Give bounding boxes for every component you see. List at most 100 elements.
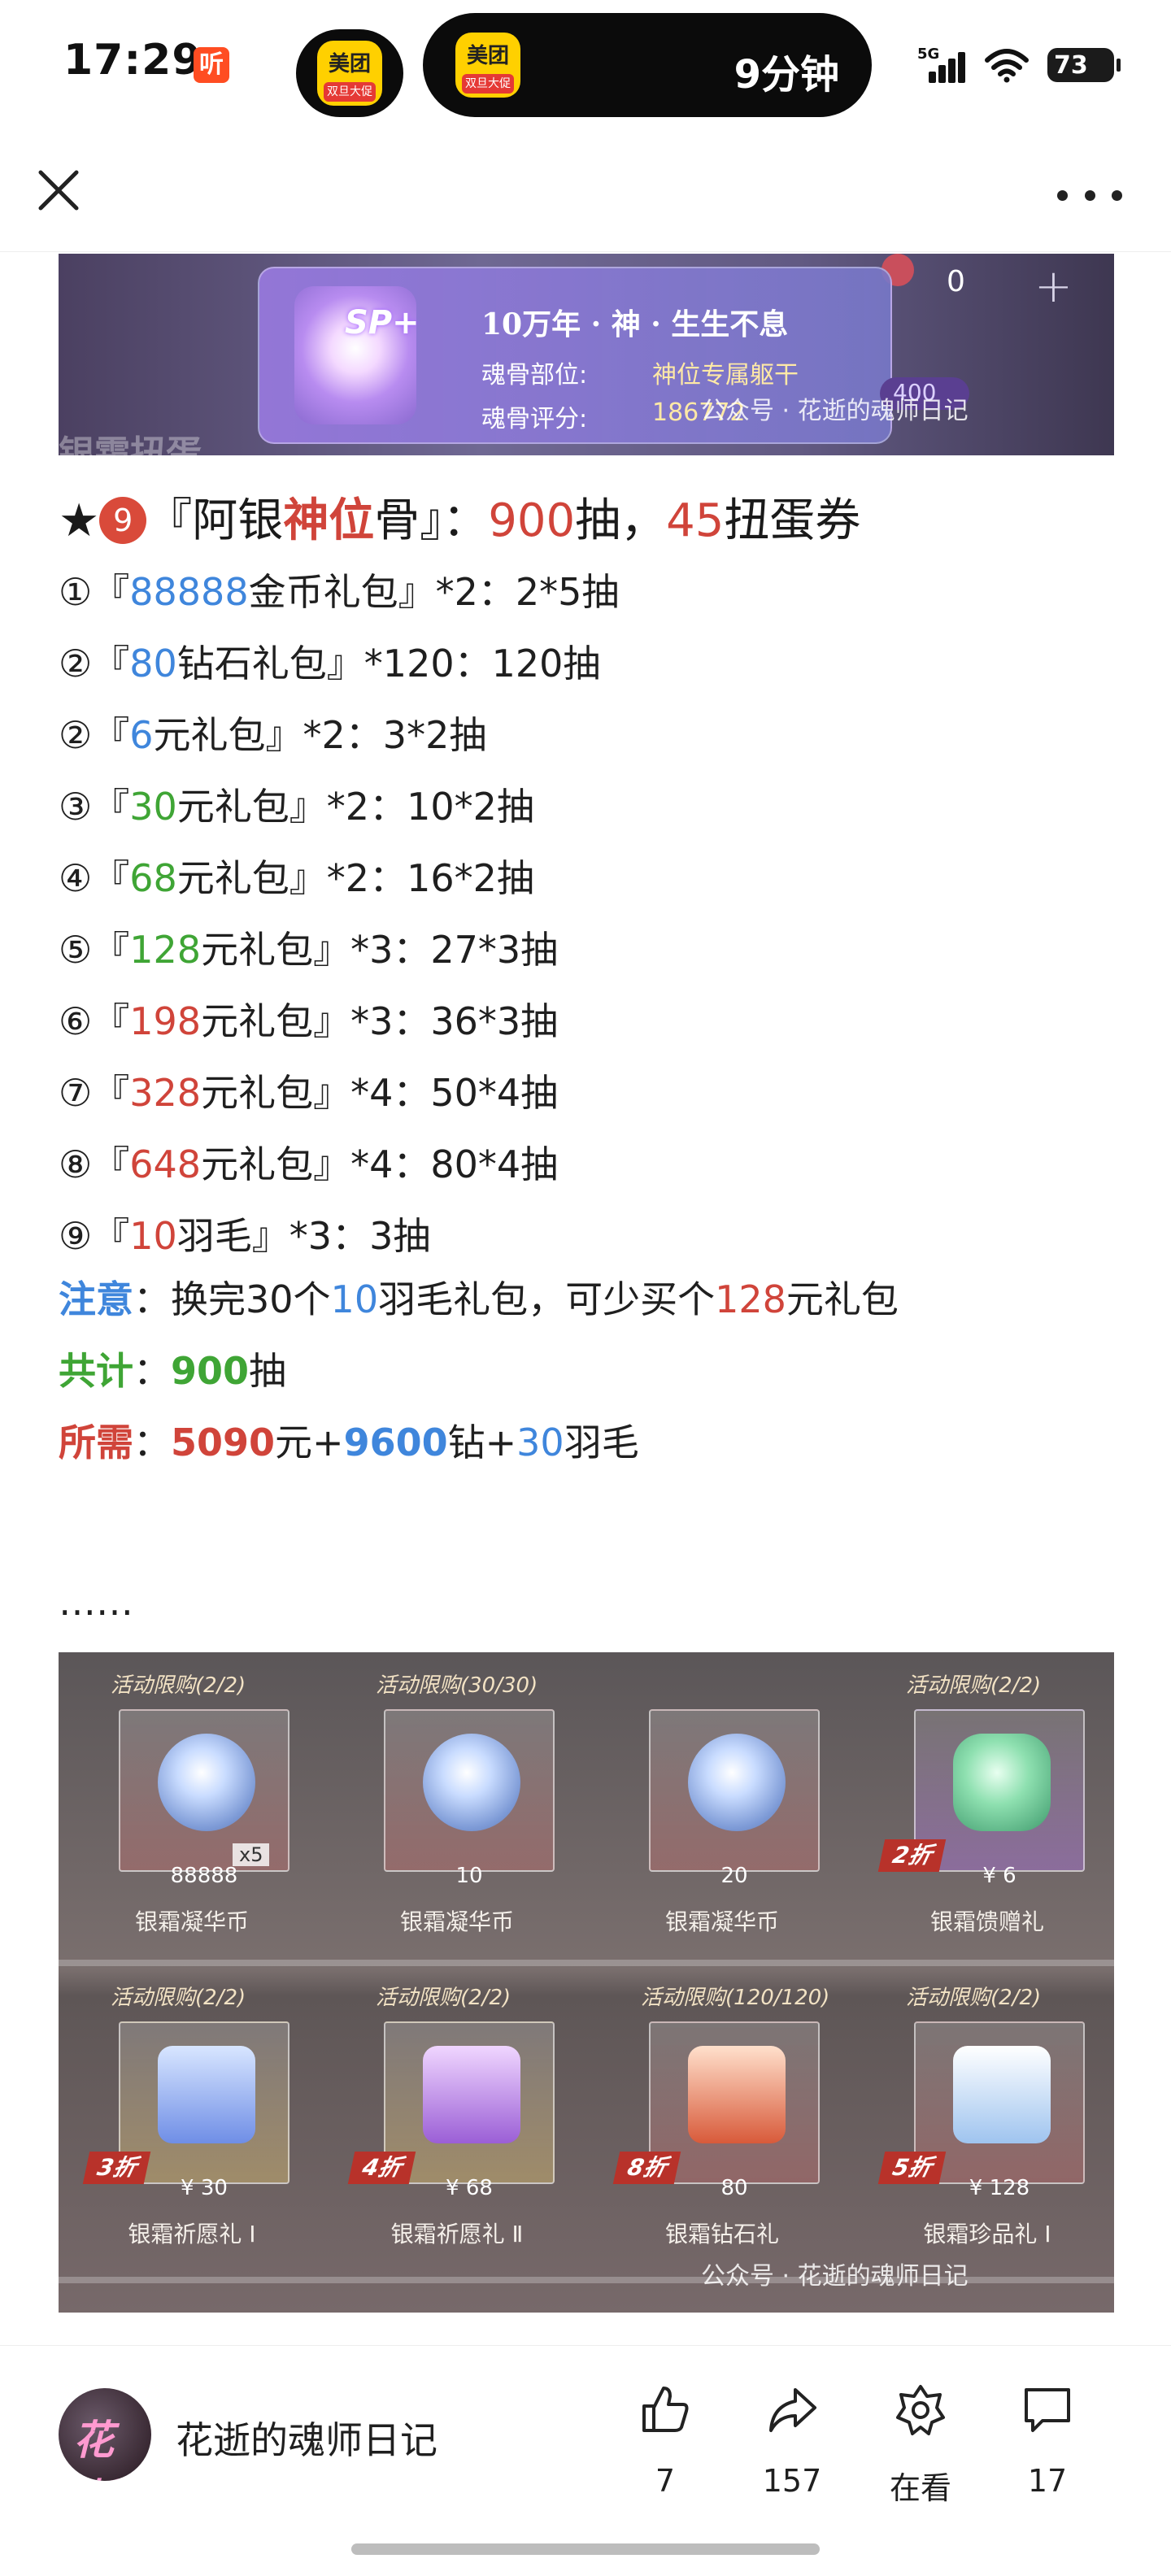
more-dot-icon (1057, 189, 1068, 201)
more-dot-icon (1112, 189, 1122, 201)
shop-item[interactable]: 20 银霜凝华币 (600, 1660, 844, 1953)
total-unit: 抽 (249, 1349, 287, 1393)
note-value: 128 (715, 1277, 786, 1321)
gift-pack-line: ⑨『10羽毛』*3：3抽 (59, 1212, 430, 1260)
gift-pack-line: ⑧『648元礼包』*4：80*4抽 (59, 1140, 558, 1189)
purchase-limit-tag: 活动限购(2/2) (111, 1986, 246, 2010)
gift-pack-value: 6 (129, 713, 154, 757)
meituan-logo-subtext: 双旦大促 (462, 74, 514, 94)
dynamic-island-main[interactable]: 美团 双旦大促 9分钟 (423, 13, 872, 117)
item-name: 银霜凝华币 (399, 1908, 514, 1935)
status-time: 17:29 (63, 36, 202, 85)
gift-pack-value: 30 (129, 785, 177, 829)
gift-pack-value: 198 (129, 999, 202, 1043)
sp-badge-label: SP+ (345, 304, 420, 342)
item-price: 10 (455, 1864, 483, 1888)
headline-part: 『阿银 (146, 494, 284, 547)
item-name: 银霜凝华币 (134, 1908, 249, 1935)
note-line: 注意：换完30个10羽毛礼包，可少买个128元礼包 (59, 1275, 899, 1324)
required-label: 所需 (59, 1421, 133, 1464)
meituan-app-icon: 美团 双旦大促 (317, 41, 382, 106)
share-button[interactable]: 157 (743, 2378, 841, 2517)
gift-pack-value: 80 (129, 642, 177, 685)
gift-pack-line: ③『30元礼包』*2：10*2抽 (59, 782, 534, 831)
system-icons: 5G 73 (917, 41, 1121, 89)
gift-pack-line: ⑥『198元礼包』*3：36*3抽 (59, 997, 558, 1046)
note-text: ：换完30个 (133, 1277, 331, 1321)
gift-pack-index: ⑥『 (59, 999, 130, 1043)
part-value: 神位专属躯干 (652, 361, 799, 389)
gift-pack-index: ④『 (59, 856, 130, 900)
close-icon (38, 170, 79, 211)
comment-button[interactable]: 17 (999, 2378, 1096, 2517)
gift-pack-text: 元礼包』*2：10*2抽 (176, 785, 534, 829)
gift-pack-text: 金币礼包』*2：2*5抽 (248, 570, 620, 614)
home-indicator[interactable] (351, 2543, 820, 2555)
item-artwork (158, 1734, 255, 1831)
comment-icon (1025, 2388, 1070, 2432)
total-colon: ： (133, 1349, 171, 1393)
purchase-limit-tag: 活动限购(2/2) (111, 1673, 246, 1698)
item-artwork (953, 1734, 1051, 1831)
quantity-badge: x5 (233, 1843, 270, 1866)
meituan-logo-text: 美团 (466, 44, 509, 68)
gift-pack-line: ④『68元礼包』*2：16*2抽 (59, 854, 534, 903)
total-value: 900 (171, 1349, 250, 1393)
item-artwork (158, 2046, 255, 2143)
ellipsis: …… (59, 1580, 133, 1624)
battery-level: 73 (1054, 51, 1088, 80)
shelf-divider (59, 1960, 1114, 1966)
note-text: 羽毛礼包，可少买个 (378, 1277, 716, 1321)
purchase-limit-tag: 活动限购(2/2) (376, 1986, 511, 2010)
gift-pack-text: 元礼包』*2：16*2抽 (176, 856, 534, 900)
account-name[interactable]: 花逝的魂师日记 (176, 2411, 437, 2465)
share-count: 157 (762, 2463, 822, 2499)
shop-screenshot[interactable]: 公众号 · 花逝的魂师日记 活动限购(2/2) 88888 银霜凝华币 x5 活动限购(… (59, 1652, 1114, 2313)
shop-item[interactable]: 活动限购(2/2) ¥ 128 银霜珍品礼 Ⅰ 5折 (865, 1973, 1109, 2265)
account-avatar[interactable]: 花逝 (59, 2388, 151, 2481)
gift-pack-index: ③『 (59, 785, 130, 829)
required-feather: 30 (516, 1421, 564, 1464)
more-button[interactable] (1057, 179, 1122, 211)
headline-part: 骨』： (374, 494, 489, 547)
shop-item[interactable]: 活动限购(30/30) 10 银霜凝华币 (335, 1660, 579, 1953)
shop-item[interactable]: 活动限购(2/2) ¥ 68 银霜祈愿礼 Ⅱ 4折 (335, 1973, 579, 2265)
gift-pack-value: 68 (129, 856, 177, 900)
purchase-limit-tag: 活动限购(2/2) (906, 1986, 1042, 2010)
sp-badge: SP+ (294, 286, 420, 424)
meituan-logo-text: 美团 (328, 52, 371, 76)
gift-pack-line: ①『88888金币礼包』*2：2*5抽 (59, 568, 619, 616)
like-count: 7 (655, 2463, 676, 2499)
gift-pack-index: ②『 (59, 713, 130, 757)
shop-item[interactable]: 活动限购(2/2) ¥ 30 银霜祈愿礼 Ⅰ 3折 (70, 1973, 314, 2265)
nav-bar (0, 130, 1171, 252)
like-button[interactable]: 7 (616, 2378, 714, 2517)
network-type: 5G (917, 46, 940, 63)
gift-pack-text: 元礼包』*2：3*2抽 (153, 713, 487, 757)
shop-item[interactable]: 活动限购(2/2) 88888 银霜凝华币 x5 (70, 1660, 314, 1953)
headline-ticket-count: 45 (666, 494, 725, 547)
discount-badge: 3折 (82, 2152, 151, 2184)
shop-item[interactable]: 活动限购(2/2) ¥ 6 银霜馈赠礼 2折 (865, 1660, 1109, 1953)
score-label: 魂骨评分: (481, 405, 588, 433)
gift-pack-index: ⑧『 (59, 1142, 130, 1186)
discount-badge: 8折 (612, 2152, 681, 2184)
gift-pack-value: 128 (129, 928, 202, 972)
required-line: 所需：5090元+9600钻+30羽毛 (59, 1418, 639, 1467)
headline-highlight: 神位 (283, 494, 375, 547)
plus-icon: + (1034, 260, 1073, 313)
close-button[interactable] (34, 166, 83, 215)
watching-button[interactable]: 在看 (872, 2378, 969, 2517)
soul-bone-screenshot[interactable]: SP+ 10万年 · 神 · 生生不息 魂骨部位: 神位专属躯干 魂骨评分: 1… (59, 254, 1114, 455)
item-artwork (953, 2046, 1051, 2143)
more-dot-icon (1084, 189, 1095, 201)
listen-app-icon: 听 (194, 47, 229, 83)
shop-item[interactable]: 活动限购(120/120) 80 银霜钻石礼 8折 (600, 1973, 844, 2265)
headline-draw-count: 900 (488, 494, 576, 547)
note-label: 注意 (59, 1277, 133, 1321)
meituan-app-icon: 美团 双旦大促 (455, 33, 520, 98)
total-line: 共计：900抽 (59, 1347, 286, 1395)
gift-pack-index: ②『 (59, 642, 130, 685)
wifi-icon (985, 49, 1029, 83)
item-price: 20 (720, 1864, 748, 1888)
